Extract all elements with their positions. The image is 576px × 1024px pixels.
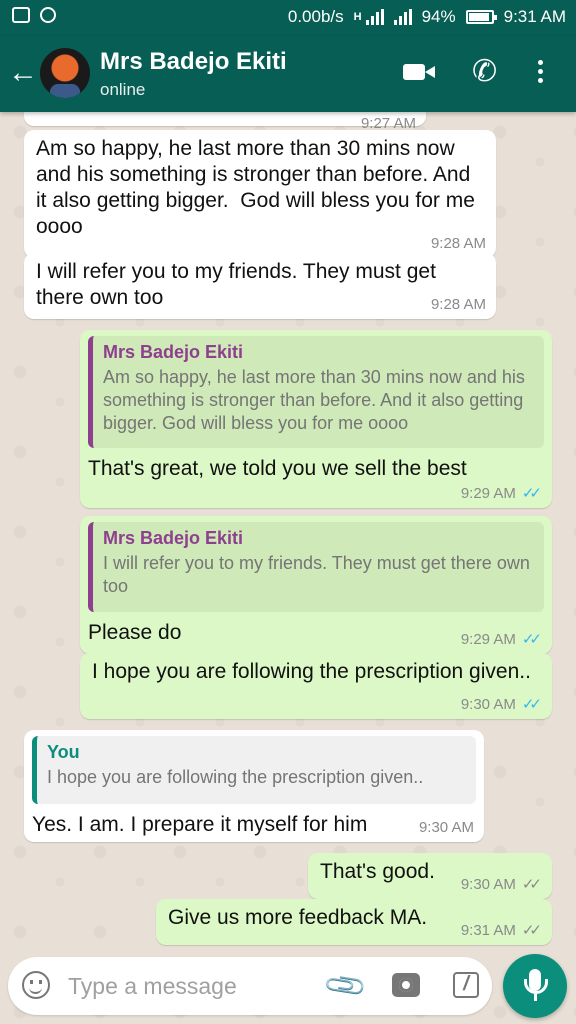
message-time: 9:29 AM ✓✓ <box>461 630 542 649</box>
message-composer: 📎 / <box>8 957 492 1015</box>
message-list[interactable]: 9:27 AM Am so happy, he last more than 3… <box>0 112 576 950</box>
message-bubble-outgoing[interactable]: I hope you are following the prescriptio… <box>80 653 552 719</box>
camera-icon[interactable] <box>392 973 420 997</box>
quote-text: I will refer you to my friends. They mus… <box>103 553 530 596</box>
contact-name[interactable]: Mrs Badejo Ekiti <box>100 48 287 76</box>
chat-header: ← Mrs Badejo Ekiti online ✆ <box>0 36 576 112</box>
message-text: Yes. I am. I prepare it myself for him <box>32 813 368 836</box>
signal-icon <box>365 9 384 25</box>
read-ticks-icon: ✓✓ <box>521 485 542 502</box>
network-speed: 0.00b/s <box>287 7 344 26</box>
contact-status: online <box>100 80 146 99</box>
avatar[interactable] <box>40 48 90 98</box>
message-bubble-outgoing[interactable]: Mrs Badejo Ekiti I will refer you to my … <box>80 516 552 654</box>
mic-icon <box>524 969 548 1001</box>
quoted-message[interactable]: Mrs Badejo Ekiti I will refer you to my … <box>88 522 544 612</box>
message-time: 9:30 AM <box>418 819 474 836</box>
read-ticks-icon: ✓✓ <box>521 631 542 648</box>
emoji-icon[interactable] <box>22 971 50 999</box>
message-bubble-incoming[interactable]: Am so happy, he last more than 30 mins n… <box>24 130 496 258</box>
quoted-message[interactable]: Mrs Badejo Ekiti Am so happy, he last mo… <box>88 336 544 448</box>
message-text: I hope you are following the prescriptio… <box>92 660 531 683</box>
message-time: 9:28 AM <box>430 296 486 313</box>
message-bubble-outgoing[interactable]: Give us more feedback MA. 9:31 AM ✓✓ <box>156 899 552 945</box>
delivered-ticks-icon: ✓✓ <box>521 922 542 939</box>
chat-notification-icon <box>12 7 30 23</box>
message-text: I will refer you to my friends. They mus… <box>36 260 442 309</box>
battery-percent: 94% <box>421 7 456 26</box>
signal-icon-2 <box>393 9 412 25</box>
message-bubble-incoming[interactable]: You I hope you are following the prescri… <box>24 730 484 842</box>
message-bubble-incoming[interactable]: I will refer you to my friends. They mus… <box>24 253 496 319</box>
network-type: H <box>353 11 362 23</box>
back-arrow-icon[interactable]: ← <box>8 58 38 88</box>
clock: 9:31 AM <box>503 7 566 26</box>
notification-icon <box>40 7 56 23</box>
quote-author: Mrs Badejo Ekiti <box>103 528 244 548</box>
more-vert-icon[interactable] <box>538 60 543 83</box>
phone-icon[interactable]: ✆ <box>472 54 497 89</box>
message-time: 9:30 AM ✓✓ <box>461 875 542 894</box>
message-input[interactable] <box>66 965 320 1007</box>
message-time: 9:30 AM ✓✓ <box>461 695 542 714</box>
quote-text: I hope you are following the prescriptio… <box>47 767 424 787</box>
battery-icon <box>465 10 497 24</box>
message-bubble-outgoing[interactable]: Mrs Badejo Ekiti Am so happy, he last mo… <box>80 330 552 508</box>
quote-author: Mrs Badejo Ekiti <box>103 342 244 362</box>
message-bubble-incoming[interactable]: 9:27 AM <box>24 112 426 132</box>
message-time: 9:31 AM ✓✓ <box>461 921 542 940</box>
message-time: 9:29 AM ✓✓ <box>461 484 542 503</box>
read-ticks-icon: ✓✓ <box>521 696 542 713</box>
voice-message-button[interactable] <box>503 954 567 1018</box>
message-bubble-outgoing[interactable]: That's good. 9:30 AM ✓✓ <box>308 853 552 899</box>
status-bar: 0.00b/s H 94% 9:31 AM <box>0 0 576 36</box>
message-text: Am so happy, he last more than 30 mins n… <box>36 137 481 238</box>
delivered-ticks-icon: ✓✓ <box>521 876 542 893</box>
message-time: 9:28 AM <box>430 235 486 252</box>
paperclip-icon[interactable]: 📎 <box>321 962 369 1010</box>
quoted-message[interactable]: You I hope you are following the prescri… <box>32 736 476 804</box>
pencil-icon[interactable]: / <box>453 972 479 998</box>
message-text: That's great, we told you we sell the be… <box>88 457 467 480</box>
quote-author: You <box>47 742 80 762</box>
quote-text: Am so happy, he last more than 30 mins n… <box>103 367 525 433</box>
